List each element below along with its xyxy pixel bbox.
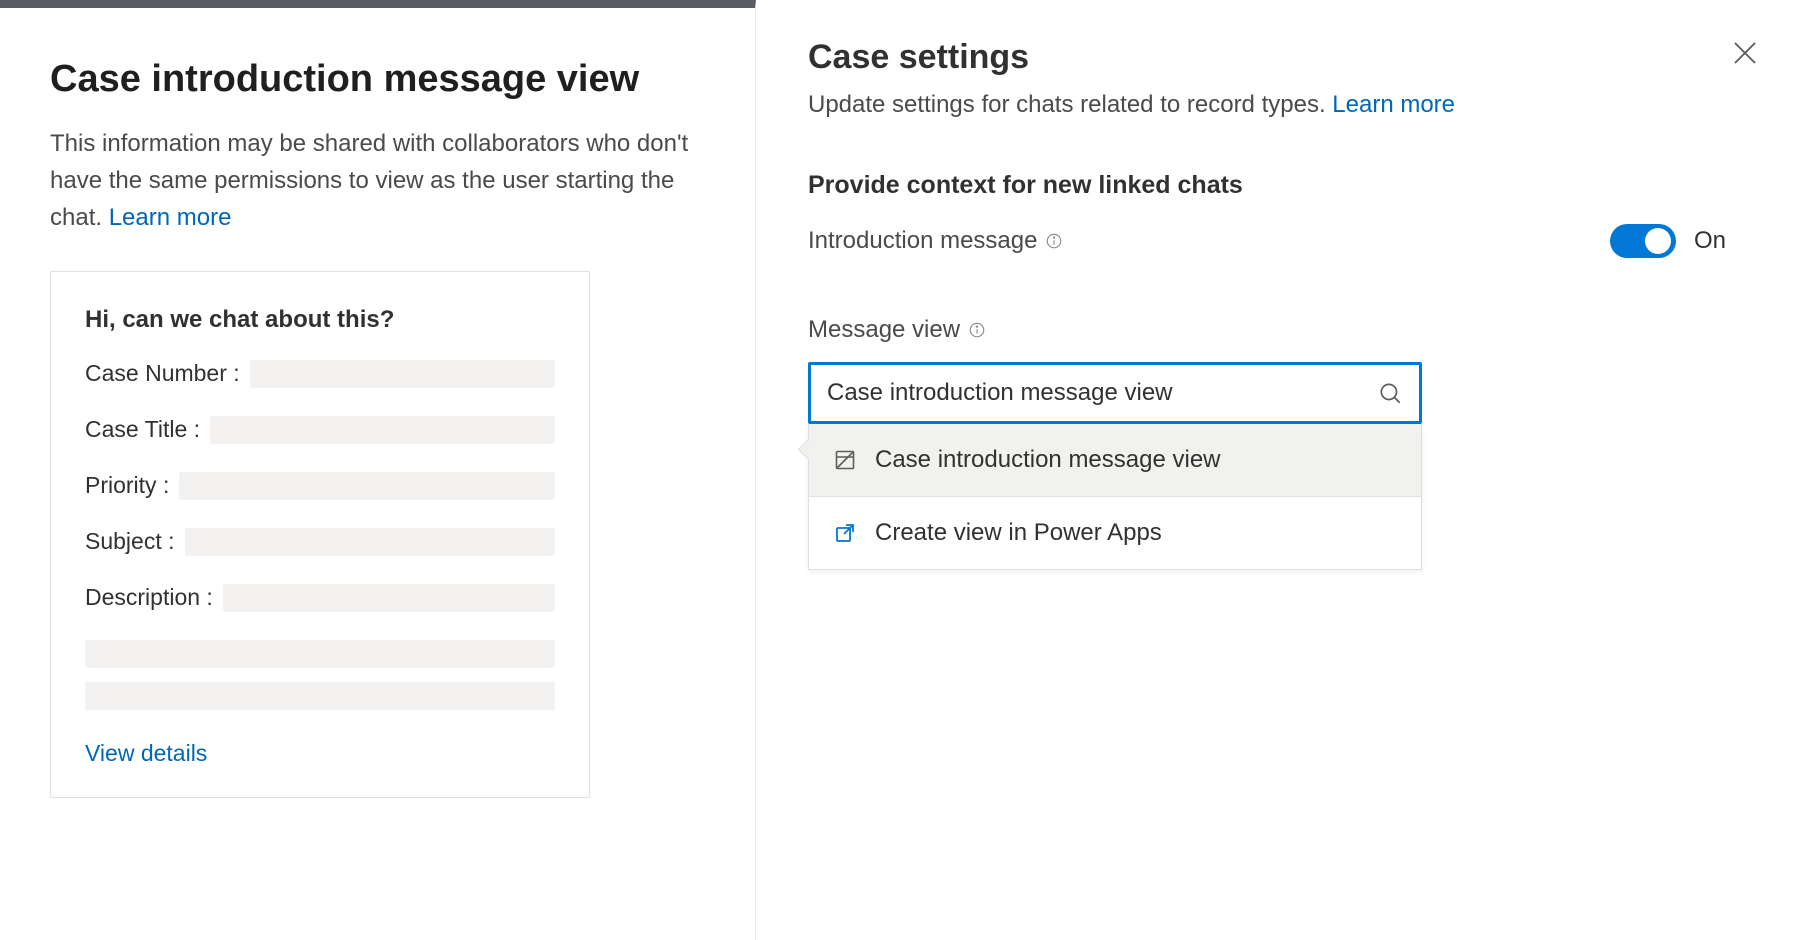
intro-message-label-text: Introduction message bbox=[808, 227, 1037, 255]
message-view-label-text: Message view bbox=[808, 316, 960, 344]
preview-field-priority: Priority : bbox=[85, 472, 555, 500]
intro-message-label: Introduction message bbox=[808, 227, 1063, 255]
field-placeholder bbox=[223, 584, 555, 612]
dropdown-option-create-view[interactable]: Create view in Power Apps bbox=[809, 497, 1421, 569]
field-placeholder bbox=[85, 640, 555, 668]
field-label: Case Title : bbox=[85, 416, 200, 443]
field-placeholder bbox=[250, 360, 555, 388]
info-icon[interactable] bbox=[968, 321, 986, 339]
message-view-label: Message view bbox=[808, 316, 1770, 344]
preview-description: This information may be shared with coll… bbox=[50, 125, 690, 237]
field-label: Priority : bbox=[85, 472, 169, 499]
field-placeholder bbox=[185, 528, 556, 556]
preview-title: Case introduction message view bbox=[50, 58, 705, 101]
preview-learn-more-link[interactable]: Learn more bbox=[109, 204, 232, 231]
close-icon bbox=[1730, 55, 1760, 72]
search-icon[interactable] bbox=[1377, 380, 1403, 406]
view-icon bbox=[833, 448, 857, 472]
field-label: Description : bbox=[85, 584, 213, 611]
field-label: Subject : bbox=[85, 528, 175, 555]
settings-subtitle: Update settings for chats related to rec… bbox=[808, 91, 1770, 119]
field-placeholder bbox=[179, 472, 555, 500]
field-placeholder bbox=[85, 682, 555, 710]
dropdown-option-text: Case introduction message view bbox=[875, 446, 1221, 474]
preview-field-case-number: Case Number : bbox=[85, 360, 555, 388]
info-icon[interactable] bbox=[1045, 232, 1063, 250]
dropdown-option-text: Create view in Power Apps bbox=[875, 519, 1162, 547]
settings-section-heading: Provide context for new linked chats bbox=[808, 171, 1770, 200]
close-button[interactable] bbox=[1730, 38, 1760, 73]
settings-title: Case settings bbox=[808, 38, 1770, 77]
preview-field-case-title: Case Title : bbox=[85, 416, 555, 444]
open-external-icon bbox=[833, 521, 857, 545]
field-placeholder bbox=[210, 416, 555, 444]
settings-panel: Case settings Update settings for chats … bbox=[756, 0, 1800, 940]
message-view-input[interactable] bbox=[827, 379, 1367, 407]
toggle-knob bbox=[1645, 228, 1671, 254]
message-view-lookup: Case introduction message view Create vi… bbox=[808, 362, 1422, 570]
intro-message-toggle-row: Introduction message On bbox=[808, 224, 1770, 258]
preview-greeting: Hi, can we chat about this? bbox=[85, 306, 555, 334]
preview-panel: Case introduction message view This info… bbox=[0, 0, 756, 940]
intro-message-toggle[interactable] bbox=[1610, 224, 1676, 258]
message-view-lookup-field[interactable] bbox=[808, 362, 1422, 424]
message-preview-card: Hi, can we chat about this? Case Number … bbox=[50, 271, 590, 798]
view-details-link[interactable]: View details bbox=[85, 740, 207, 766]
message-view-dropdown: Case introduction message view Create vi… bbox=[808, 424, 1422, 570]
field-label: Case Number : bbox=[85, 360, 240, 387]
settings-learn-more-link[interactable]: Learn more bbox=[1332, 91, 1455, 118]
preview-field-subject: Subject : bbox=[85, 528, 555, 556]
toggle-state-text: On bbox=[1694, 227, 1726, 255]
preview-field-description: Description : bbox=[85, 584, 555, 710]
settings-subtitle-text: Update settings for chats related to rec… bbox=[808, 91, 1332, 118]
dropdown-option-selected[interactable]: Case introduction message view bbox=[809, 424, 1421, 496]
